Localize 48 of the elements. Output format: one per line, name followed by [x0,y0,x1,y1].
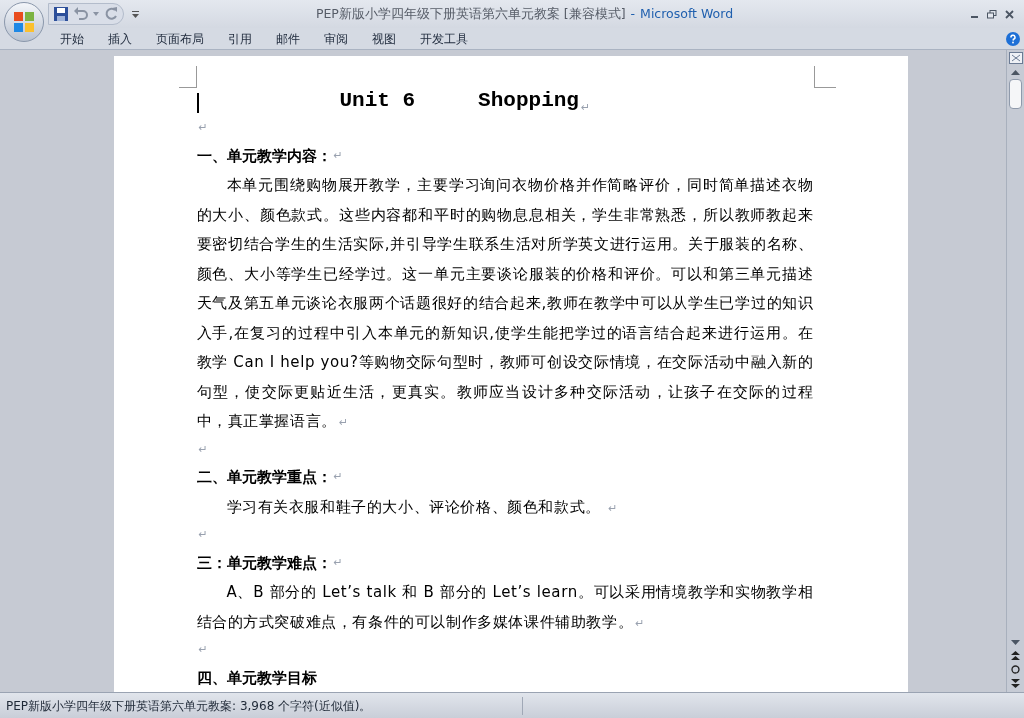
paragraph-mark: ↵ [198,120,208,137]
section-heading: 二、单元教学重点： [196,467,332,489]
ruler-toggle-icon[interactable] [1008,52,1023,64]
customize-toolbar-icon[interactable] [132,10,139,18]
ribbon-tab[interactable]: 引用 [216,28,264,49]
document-title: Unit 6 Shopping [339,88,579,114]
paragraph-mark: ↵ [198,642,208,659]
paragraph-mark: ↵ [608,501,619,515]
save-icon[interactable] [53,6,69,22]
office-button[interactable] [4,2,44,42]
status-text: PEP新版小学四年级下册英语第六单元教案: 3,968 个字符(近似值)。 [0,696,523,715]
ribbon-tab[interactable]: 审阅 [312,28,360,49]
previous-page-icon[interactable] [1011,651,1020,660]
section-heading: 一、单元教学内容： [196,145,332,167]
text-cursor [196,93,199,113]
scroll-up-icon[interactable] [1011,70,1020,75]
next-page-icon[interactable] [1011,679,1020,688]
section-heading: 三：单元教学难点： [196,552,332,574]
paragraph-mark: ↵ [333,469,343,486]
scroll-down-icon[interactable] [1011,640,1020,645]
office-logo-icon [12,10,36,34]
browse-object-icon[interactable] [1011,665,1020,674]
paragraph-mark: ↵ [333,554,343,571]
restore-icon[interactable] [987,9,997,19]
body-paragraph: 本单元围绕购物展开教学，主要学习询问衣物价格并作简略评价，同时简单描述衣物的大小、颜色款式。这些内容都和平时的购物息息相关，学生非常熟悉，所以教师教起来要密切结合学生的生活实际,并引导学生联系生活对所学英文进行运用。关于服装的名称、颜色、大小等学生已经学过。这一单元主要谈论服装的价格和评价。可以和第三单元描述天气及第五单元谈论衣服两个话题很好的结合起来,教师在教学中可以从学生已学过的知识入手,在复习的过程中引入本单元的新知识,使学生能把学过的语言结合起来进行运用。在教学 Can I help you?等购物交际句型时，教师可创设交际情境，在交际活动中融入新的句型，使交际更贴近生活，更真实。教师应当设计多种交际活动，让孩子在交际的过程中，真正掌握语言。↵ [196,175,814,432]
ribbon-tab[interactable]: 视图 [360,28,408,49]
title-separator: - [630,4,636,23]
close-icon[interactable] [1005,9,1014,19]
paragraph-mark: ↵ [635,616,646,630]
ribbon-tab[interactable]: 页面布局 [144,28,216,49]
paragraph-mark: ↵ [580,99,591,116]
section-heading: 四、单元教学目标 [196,667,317,689]
help-icon[interactable] [1006,31,1020,46]
margin-corner-mark [813,66,836,88]
app-name: Microsoft Word [640,4,734,23]
ribbon-tab[interactable]: 开始 [48,28,96,49]
ribbon-tab[interactable]: 邮件 [264,28,312,49]
window-title: PEP新版小学四年级下册英语第六单元教案 [兼容模式] [315,4,626,23]
ribbon-tab[interactable]: 插入 [96,28,144,49]
paragraph-mark: ↵ [198,441,208,458]
ribbon-tab[interactable]: 开发工具 [408,28,480,49]
body-paragraph: A、B 部分的 Let’s talk 和 B 部分的 Let’s learn。可以采用情境教学和实物教学相结合的方式突破难点，有条件的可以制作多媒体课件辅助教学。↵ [196,582,814,633]
margin-corner-mark [178,66,197,88]
body-paragraph: 学习有关衣服和鞋子的大小、评论价格、颜色和款式。 ↵ [225,496,620,518]
paragraph-mark: ↵ [198,527,208,544]
scrollbar-thumb[interactable] [1009,79,1022,109]
paragraph-mark: ↵ [338,416,349,429]
paragraph-mark: ↵ [333,147,343,164]
